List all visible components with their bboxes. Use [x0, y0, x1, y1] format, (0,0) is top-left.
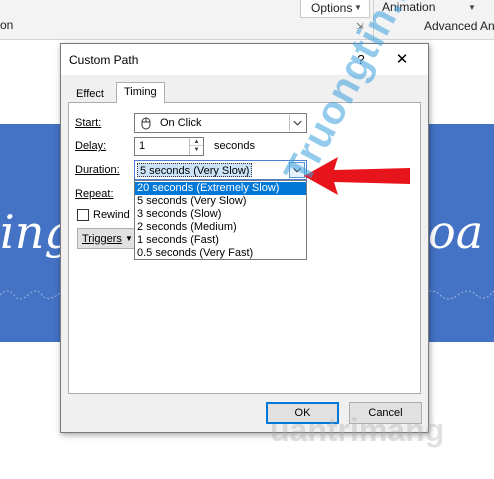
duration-label: Duration: [75, 164, 120, 176]
duration-option[interactable]: 3 seconds (Slow) [135, 208, 306, 221]
start-label: Start: [75, 117, 102, 129]
slide-text-right: oa [428, 205, 484, 259]
custom-path-dialog: Custom Path ? ✕ Effect Timing Start: On … [60, 43, 429, 433]
duration-option[interactable]: 5 seconds (Very Slow) [135, 195, 306, 208]
rewind-label[interactable]: Rewind [93, 209, 130, 221]
ribbon-advanced-label: Advanced Ani [424, 19, 494, 33]
delay-stepper[interactable]: ▲ ▼ [189, 138, 203, 155]
chevron-down-icon: ▼ [125, 234, 133, 243]
duration-option[interactable]: 20 seconds (Extremely Slow) [135, 182, 306, 195]
duration-option[interactable]: 2 seconds (Medium) [135, 221, 306, 234]
duration-dropdown-list[interactable]: 20 seconds (Extremely Slow) 5 seconds (V… [134, 180, 307, 260]
motion-path-guide [422, 290, 494, 300]
rewind-checkbox[interactable] [77, 209, 89, 221]
ribbon-options-label: Options [311, 1, 353, 15]
duration-value: 5 seconds (Very Slow) [137, 163, 253, 177]
stepper-up-icon[interactable]: ▲ [190, 138, 203, 146]
repeat-label: Repeat: [75, 188, 114, 200]
stepper-down-icon[interactable]: ▼ [190, 146, 203, 154]
tab-timing[interactable]: Timing [116, 82, 165, 103]
start-value: On Click [160, 117, 202, 129]
ribbon: on Options ▼ ⇲ Animation ▼ Advanced Ani [0, 0, 494, 40]
triggers-button[interactable]: Triggers ▼ [77, 228, 137, 249]
delay-unit-label: seconds [214, 140, 255, 152]
delay-input[interactable]: 1 ▲ ▼ [134, 137, 204, 156]
duration-option[interactable]: 0.5 seconds (Very Fast) [135, 247, 306, 260]
start-select[interactable]: On Click [134, 113, 307, 133]
watermark-logo-text: uantrimang [270, 412, 445, 448]
triggers-label: Triggers [82, 233, 122, 245]
close-button[interactable]: ✕ [391, 49, 413, 71]
delay-value: 1 [139, 140, 146, 152]
delay-label: Delay: [75, 140, 107, 152]
dialog-title: Custom Path [69, 53, 139, 67]
ribbon-left-label: on [0, 18, 14, 32]
mouse-icon [141, 117, 151, 130]
chevron-down-icon: ▼ [468, 3, 476, 12]
duration-option[interactable]: 1 seconds (Fast) [135, 234, 306, 247]
motion-path-guide [0, 290, 60, 300]
